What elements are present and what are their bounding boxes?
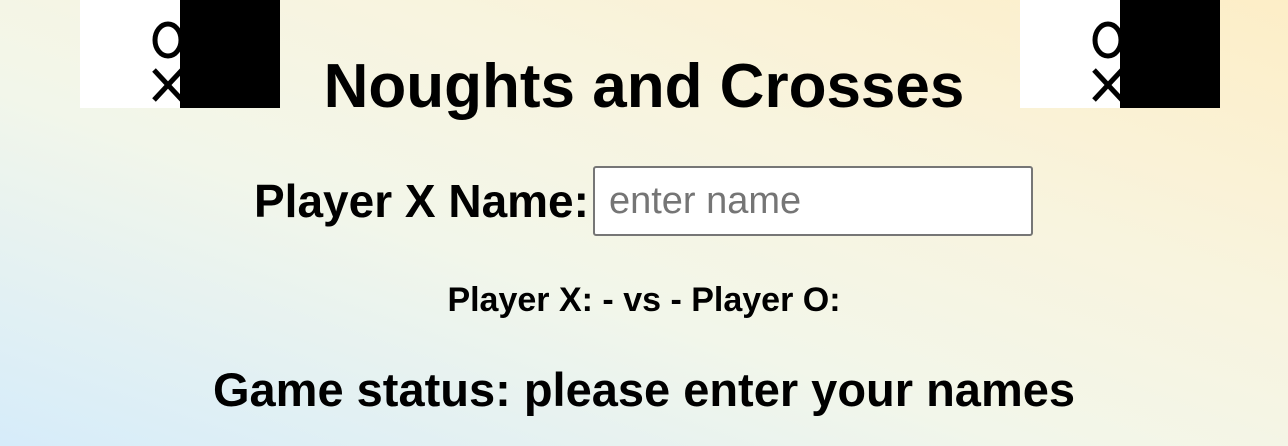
game-status-prefix: Game status: — [212, 363, 511, 416]
player-x-name-label: Player X Name: — [254, 175, 589, 227]
game-status-message: please enter your names — [523, 363, 1076, 416]
player-name-form: Player X Name: — [254, 165, 1033, 237]
player-x-label: Player X: — [447, 281, 593, 319]
player-matchup: Player X: - vs - Player O: — [0, 280, 1288, 320]
page-title: Noughts and Crosses — [323, 52, 965, 121]
player-o-label: Player O: — [691, 281, 841, 319]
versus-separator: - vs - — [602, 281, 682, 319]
game-status: Game status: please enter your names — [0, 362, 1288, 418]
player-x-name-input[interactable] — [592, 166, 1033, 236]
